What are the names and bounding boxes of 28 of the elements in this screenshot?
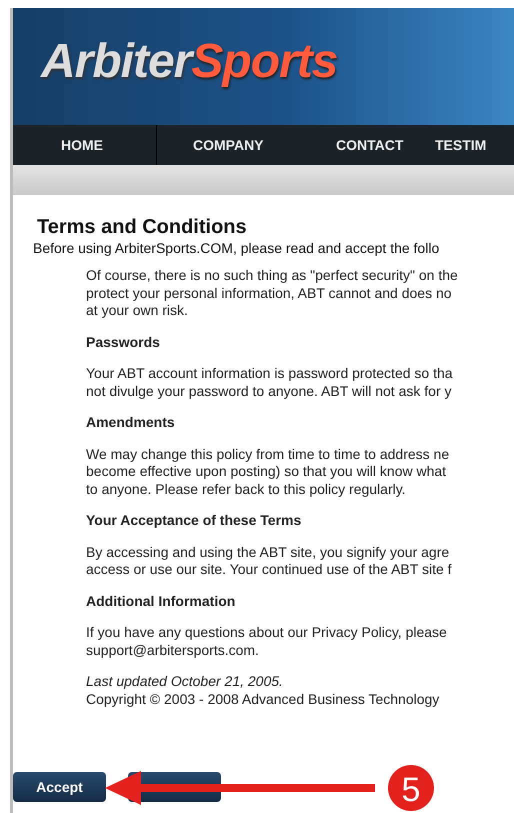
intro-text: Before using ArbiterSports.COM, please read and accept the follo (32, 239, 440, 257)
paragraph-line: Of course, there is no such thing as "perfect security" on the (86, 267, 459, 284)
section-heading: Passwords (86, 334, 161, 351)
step-badge (388, 765, 434, 811)
paragraph-line: access or use our site. Your continued use of the ABT site f (86, 561, 453, 578)
copyright-text: Copyright © 2003 - 2008 Advanced Business Technology (86, 690, 440, 708)
paragraph-line: not divulge your password to anyone. ABT will not ask for y (86, 382, 452, 400)
paragraph-line: to anyone. Please refer back to this policy regularly. (86, 480, 407, 498)
paragraph-line: become effective upon posting) so that you will know what (86, 463, 448, 480)
step-number: 5 (402, 771, 420, 809)
logo-text: Sports (191, 35, 338, 88)
paragraph-line: protect your personal information, ABT cannot and does no (86, 284, 453, 302)
paragraph-line: If you have any questions about our Privacy Policy, please (86, 624, 448, 642)
nav-link[interactable]: COMPANY (157, 125, 298, 165)
nav-link[interactable]: HOME (13, 125, 156, 165)
section-heading: Additional Information (86, 592, 236, 610)
page-title: Terms and Conditions (36, 215, 248, 239)
paragraph-line: support@arbitersports.com. (86, 642, 260, 659)
paragraph-line: We may change this policy from time to time to address ne (86, 446, 450, 463)
paragraph-line: at your own risk. (86, 302, 189, 320)
section-heading: Your Acceptance of these Terms (86, 512, 302, 530)
nav-link[interactable]: TESTIM (427, 125, 486, 165)
action-button[interactable]: Accept (13, 772, 106, 802)
paragraph-line: By accessing and using the ABT site, you signify your agre (86, 544, 450, 561)
nav-link[interactable]: CONTACT (298, 125, 427, 165)
updated-text: Last updated October 21, 2005. (86, 673, 284, 690)
section-heading: Amendments (86, 414, 176, 432)
paragraph-line: Your ABT account information is password protected so tha (86, 365, 454, 382)
